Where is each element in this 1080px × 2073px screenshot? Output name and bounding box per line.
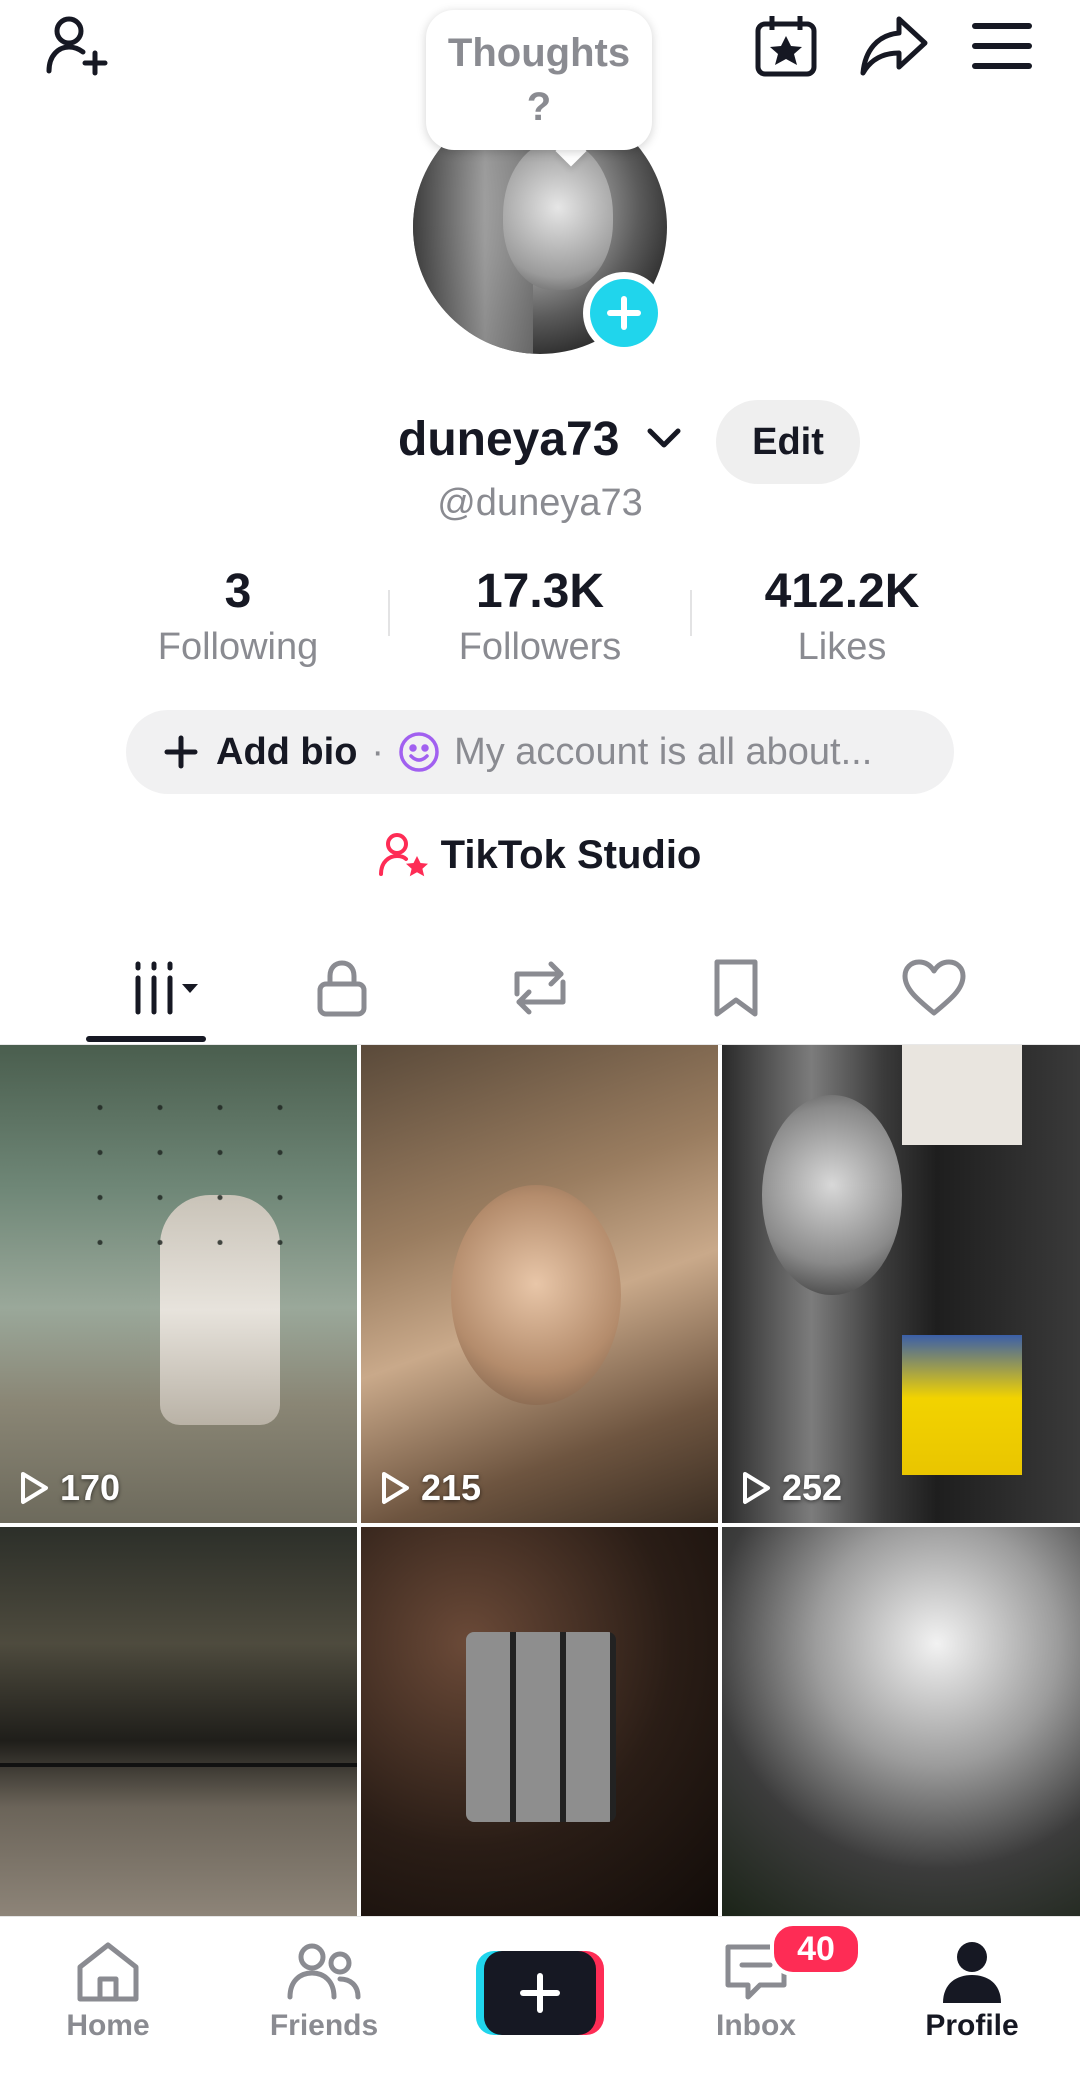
add-story-button[interactable]: [583, 272, 665, 354]
video-thumbnail[interactable]: 215: [361, 1045, 718, 1523]
stat-value: 412.2K: [764, 565, 920, 618]
add-bio-label: Add bio: [216, 730, 358, 773]
play-icon: [743, 1472, 770, 1504]
edit-profile-button[interactable]: Edit: [716, 400, 860, 484]
profile-icon: [943, 1942, 1001, 2003]
active-tab-indicator: [86, 1036, 206, 1042]
bookmark-icon: [714, 959, 758, 1017]
stat-label: Followers: [458, 626, 622, 668]
add-bio-button[interactable]: Add bio · My account is all about...: [126, 710, 954, 794]
view-count: 170: [18, 1467, 120, 1509]
nav-inbox-label: Inbox: [716, 2009, 796, 2042]
heart-icon: [902, 959, 966, 1016]
stat-label: Following: [157, 626, 319, 668]
inbox-badge: 40: [770, 1922, 862, 1976]
friends-icon: [287, 1943, 361, 2000]
stat-followers[interactable]: 17.3K Followers: [390, 562, 690, 672]
studio-label: TikTok Studio: [440, 832, 702, 877]
tab-favorites[interactable]: [666, 940, 806, 1036]
menu-icon[interactable]: [964, 8, 1040, 84]
bio-placeholder: My account is all about...: [454, 730, 873, 773]
plus-icon: [164, 735, 198, 769]
view-count: 252: [740, 1467, 842, 1509]
bio-separator: ·: [371, 730, 385, 773]
video-thumbnail[interactable]: [361, 1527, 718, 1916]
thoughts-text: Thoughts ?: [447, 31, 631, 129]
content-tabs: [0, 940, 1080, 1044]
video-thumbnail[interactable]: 170: [0, 1045, 357, 1523]
video-thumbnail[interactable]: [722, 1527, 1080, 1916]
create-button[interactable]: [476, 1951, 604, 2035]
creator-icon: [378, 833, 428, 877]
plus-icon: [607, 296, 641, 330]
tab-videos[interactable]: [84, 940, 224, 1036]
view-count-value: 252: [782, 1467, 843, 1508]
plus-icon: [520, 1973, 560, 2013]
stat-likes[interactable]: 412.2K Likes: [692, 562, 992, 672]
chevron-down-icon[interactable]: [646, 425, 682, 458]
home-icon: [77, 1942, 139, 2002]
nav-friends-label: Friends: [269, 2009, 379, 2042]
calendar-star-icon[interactable]: [748, 8, 824, 84]
stat-label: Likes: [797, 626, 887, 668]
lock-icon: [317, 960, 367, 1017]
share-icon[interactable]: [856, 8, 932, 84]
smiley-icon: [399, 732, 439, 772]
nav-profile-label: Profile: [925, 2009, 1019, 2042]
play-icon: [21, 1472, 48, 1504]
thoughts-bubble[interactable]: Thoughts ?: [426, 10, 652, 150]
play-icon: [382, 1472, 409, 1504]
nav-home-label: Home: [66, 2009, 150, 2042]
tiktok-studio-link[interactable]: TikTok Studio: [0, 832, 1080, 878]
tab-liked[interactable]: [864, 940, 1004, 1036]
nav-profile[interactable]: Profile: [892, 1939, 1052, 2043]
add-friend-icon[interactable]: [38, 8, 114, 84]
stat-following[interactable]: 3 Following: [88, 562, 388, 672]
profile-username[interactable]: duneya73: [398, 412, 619, 467]
tab-private[interactable]: [272, 940, 412, 1036]
view-count-value: 170: [60, 1467, 121, 1508]
view-count: 215: [379, 1467, 481, 1509]
video-thumbnail[interactable]: 252: [722, 1045, 1080, 1523]
bottom-nav: Home Friends Inbox Profile: [0, 1916, 1080, 2073]
stat-value: 3: [224, 565, 252, 618]
nav-home[interactable]: Home: [28, 1939, 188, 2043]
tab-reposts[interactable]: [470, 940, 610, 1036]
profile-handle: @duneya73: [437, 482, 643, 524]
videos-grid-icon: [135, 961, 198, 1015]
nav-friends[interactable]: Friends: [244, 1939, 404, 2043]
video-thumbnail[interactable]: [0, 1527, 357, 1916]
view-count-value: 215: [421, 1467, 482, 1508]
repost-icon: [514, 961, 566, 1015]
stat-value: 17.3K: [475, 565, 605, 618]
